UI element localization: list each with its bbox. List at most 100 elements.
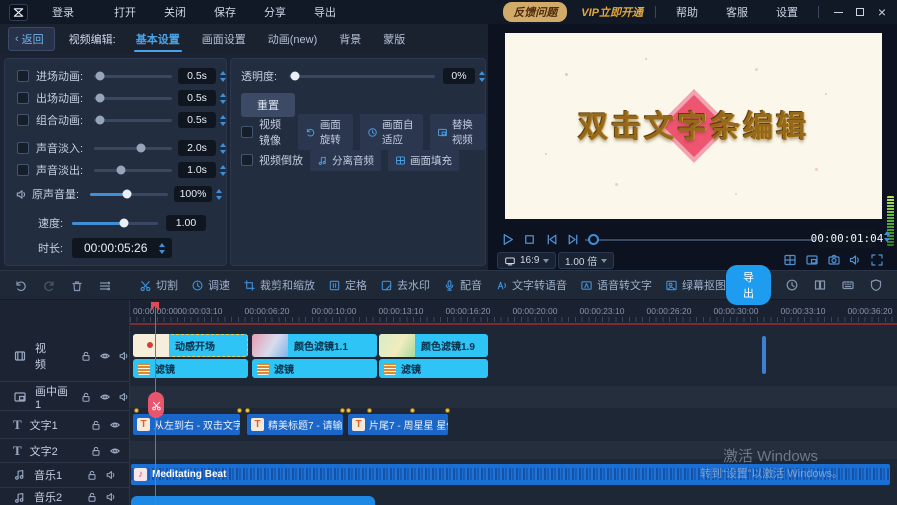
- track-header-pip[interactable]: 画中画1: [0, 384, 130, 409]
- fullscreen-icon[interactable]: [870, 253, 884, 267]
- eye-icon[interactable]: [109, 418, 121, 430]
- speaker-icon[interactable]: [105, 468, 117, 480]
- track-header-text1[interactable]: T 文字1: [0, 412, 130, 437]
- filter-bar[interactable]: 滤镜: [133, 359, 248, 378]
- stepper[interactable]: [159, 243, 165, 254]
- enter-animation-value[interactable]: 0.5s: [178, 68, 216, 84]
- speed-value[interactable]: 1.00: [166, 215, 206, 231]
- filter-bar[interactable]: 滤镜: [379, 359, 488, 378]
- next-frame-button[interactable]: [566, 232, 581, 247]
- keyframe-dot[interactable]: [445, 408, 450, 413]
- previous-frame-button[interactable]: [544, 232, 559, 247]
- tool-chroma-key[interactable]: 绿幕抠图: [665, 277, 726, 293]
- track-header-text2[interactable]: T 文字2: [0, 440, 130, 461]
- opacity-slider[interactable]: [289, 75, 435, 78]
- timeline-ruler[interactable]: 00:00:00:00 00:00:03:10 00:00:06:20 00:0…: [130, 300, 897, 324]
- stepper[interactable]: [220, 165, 226, 176]
- track-header-music2[interactable]: 音乐2: [0, 489, 130, 505]
- enter-animation-slider[interactable]: [94, 75, 172, 78]
- slider-knob[interactable]: [117, 166, 126, 175]
- tool-text-to-speech[interactable]: 文字转语音: [495, 277, 567, 293]
- seek-knob[interactable]: [588, 234, 599, 245]
- keyframe-dot[interactable]: [237, 408, 242, 413]
- tab-basic-settings[interactable]: 基本设置: [134, 25, 182, 53]
- keyframe-dot[interactable]: [245, 408, 250, 413]
- stepper[interactable]: [479, 71, 485, 82]
- volume-slider[interactable]: [90, 193, 168, 196]
- mute-icon[interactable]: [848, 253, 862, 267]
- tab-animation[interactable]: 动画(new): [266, 25, 320, 53]
- eye-icon[interactable]: [99, 390, 111, 402]
- track-header-music1[interactable]: 音乐1: [0, 464, 130, 485]
- pip-preview-icon[interactable]: [805, 253, 819, 267]
- video-clip-color-filter-1-9[interactable]: 颜色滤镜1.9: [379, 334, 488, 357]
- menu-open[interactable]: 打开: [100, 4, 150, 20]
- split-screen-icon[interactable]: [783, 253, 797, 267]
- fade-out-value[interactable]: 1.0s: [178, 162, 216, 178]
- lock-icon[interactable]: [86, 491, 98, 503]
- history-icon[interactable]: [785, 278, 799, 292]
- tab-mask[interactable]: 蒙版: [381, 25, 407, 53]
- text-clip-3[interactable]: T片尾7 - 周星星 星仔...: [348, 414, 448, 435]
- zoom-level-dropdown[interactable]: 1.00 倍: [558, 252, 614, 269]
- menu-close-project[interactable]: 关闭: [150, 4, 200, 20]
- lock-icon[interactable]: [90, 444, 102, 456]
- video-clip-color-filter-1-1[interactable]: 颜色滤镜1.1: [252, 334, 377, 357]
- opacity-value[interactable]: 0%: [443, 68, 475, 84]
- timecode-stepper[interactable]: [884, 231, 890, 242]
- fill-screen-button[interactable]: 画面填充: [388, 150, 459, 171]
- lock-icon[interactable]: [90, 418, 102, 430]
- menu-share[interactable]: 分享: [250, 4, 300, 20]
- keyframe-dot[interactable]: [367, 408, 372, 413]
- exit-animation-value[interactable]: 0.5s: [178, 90, 216, 106]
- tool-cut[interactable]: 切割: [139, 277, 178, 293]
- stepper[interactable]: [220, 143, 226, 154]
- delete-button[interactable]: [70, 277, 84, 292]
- slider-knob[interactable]: [123, 190, 132, 199]
- slider-knob[interactable]: [96, 116, 105, 125]
- text-clip-1[interactable]: T从左到右 - 双击文字...: [133, 414, 240, 435]
- export-button[interactable]: 导出: [726, 265, 771, 305]
- slider-knob[interactable]: [96, 72, 105, 81]
- aspect-ratio-dropdown[interactable]: 16:9: [497, 252, 556, 269]
- keyframe-dot[interactable]: [134, 408, 139, 413]
- menu-support[interactable]: 客服: [712, 4, 762, 20]
- lock-icon[interactable]: [80, 350, 92, 362]
- track-manager-button[interactable]: [98, 277, 112, 292]
- stop-button[interactable]: [522, 232, 537, 247]
- tool-speech-to-text[interactable]: 语音转文字: [580, 277, 652, 293]
- lock-icon[interactable]: [86, 468, 98, 480]
- eye-icon[interactable]: [99, 350, 111, 362]
- fade-in-value[interactable]: 2.0s: [178, 140, 216, 156]
- fade-out-slider[interactable]: [94, 169, 172, 172]
- music-clip-2[interactable]: [131, 496, 375, 505]
- detach-audio-button[interactable]: 分离音频: [310, 150, 381, 171]
- slider-knob[interactable]: [96, 94, 105, 103]
- exit-animation-slider[interactable]: [94, 97, 172, 100]
- minimize-button[interactable]: [827, 1, 849, 23]
- menu-save[interactable]: 保存: [200, 4, 250, 20]
- menu-login[interactable]: 登录: [38, 4, 100, 20]
- stepper[interactable]: [220, 115, 226, 126]
- combo-animation-value[interactable]: 0.5s: [178, 112, 216, 128]
- track-header-video[interactable]: 视频: [0, 333, 130, 379]
- menu-export[interactable]: 导出: [300, 4, 350, 20]
- keyframe-dot[interactable]: [346, 408, 351, 413]
- pages-icon[interactable]: [813, 278, 827, 292]
- restore-button[interactable]: [849, 1, 871, 23]
- stepper[interactable]: [220, 93, 226, 104]
- filter-bar[interactable]: 滤镜: [252, 359, 377, 378]
- combo-animation-checkbox[interactable]: [17, 114, 29, 126]
- redo-button[interactable]: [42, 277, 56, 292]
- exit-animation-checkbox[interactable]: [17, 92, 29, 104]
- stepper[interactable]: [220, 71, 226, 82]
- reset-button[interactable]: 重置: [241, 93, 295, 117]
- back-button[interactable]: ‹ 返回: [8, 27, 55, 51]
- slider-knob[interactable]: [136, 144, 145, 153]
- preview-title-text[interactable]: 双击文字条编辑: [505, 102, 882, 146]
- preview-canvas[interactable]: 双击文字条编辑: [505, 33, 882, 219]
- enter-animation-checkbox[interactable]: [17, 70, 29, 82]
- reverse-checkbox[interactable]: [241, 154, 253, 166]
- vip-upgrade-button[interactable]: VIP立即开通: [581, 4, 643, 20]
- fade-out-checkbox[interactable]: [17, 164, 29, 176]
